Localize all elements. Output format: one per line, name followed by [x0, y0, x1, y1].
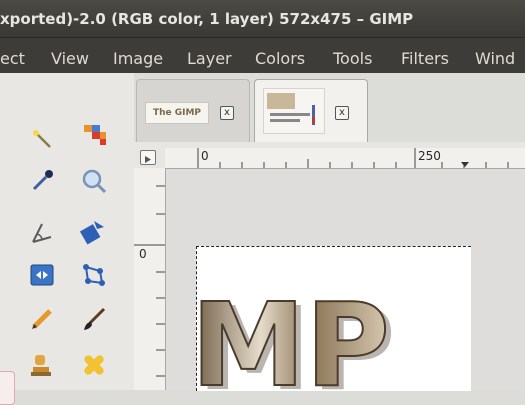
menu-select[interactable]: ect: [0, 49, 25, 68]
menu-filters[interactable]: Filters: [401, 49, 449, 68]
tab-thumbnail-the-gimp: The GIMP: [145, 102, 209, 124]
zoom-icon[interactable]: [80, 167, 108, 195]
ruler-label-0: 0: [201, 149, 209, 163]
pencil-icon[interactable]: [28, 305, 56, 333]
quick-mask-toggle-icon[interactable]: [140, 150, 156, 165]
menu-colors[interactable]: Colors: [255, 49, 305, 68]
vertical-ruler[interactable]: 0: [134, 168, 166, 390]
tab-close-icon[interactable]: x: [335, 106, 349, 120]
svg-text:MP: MP: [197, 279, 390, 391]
toolbox: [0, 73, 134, 405]
paintbrush-icon[interactable]: [80, 305, 108, 333]
menu-tools[interactable]: Tools: [333, 49, 372, 68]
fuzzy-select-icon[interactable]: [28, 125, 56, 153]
by-color-select-icon[interactable]: [80, 119, 108, 147]
image-logo: MP MP: [197, 278, 396, 391]
transform-icon[interactable]: [80, 261, 108, 289]
measure-icon[interactable]: [28, 219, 56, 247]
menubar: ect View Image Layer Colors Tools Filter…: [0, 38, 525, 73]
align-icon[interactable]: [28, 261, 56, 289]
tab-thumbnail-current: [263, 88, 325, 134]
menu-layer[interactable]: Layer: [187, 49, 232, 68]
heal-icon[interactable]: [80, 351, 108, 379]
window-title: xported)-2.0 (RGB color, 1 layer) 572x47…: [0, 10, 414, 28]
ruler-label-250: 250: [418, 149, 441, 163]
move-icon[interactable]: [79, 217, 108, 245]
menu-image[interactable]: Image: [113, 49, 163, 68]
ruler-label-v0: 0: [139, 247, 147, 261]
image-canvas[interactable]: MP MP: [196, 246, 471, 391]
horizontal-ruler[interactable]: 0 250: [165, 148, 525, 169]
clone-icon[interactable]: [28, 351, 56, 379]
tab-close-icon[interactable]: x: [220, 106, 234, 120]
toolbox-resize-handle[interactable]: [0, 371, 15, 405]
tab-current-image[interactable]: x: [254, 79, 368, 143]
tab-the-gimp[interactable]: The GIMP x: [136, 79, 250, 143]
color-picker-icon[interactable]: [28, 167, 56, 195]
window-titlebar: xported)-2.0 (RGB color, 1 layer) 572x47…: [0, 0, 525, 38]
menu-view[interactable]: View: [51, 49, 89, 68]
menu-windows[interactable]: Wind: [475, 49, 515, 68]
image-tab-bar: The GIMP x x: [134, 73, 525, 143]
